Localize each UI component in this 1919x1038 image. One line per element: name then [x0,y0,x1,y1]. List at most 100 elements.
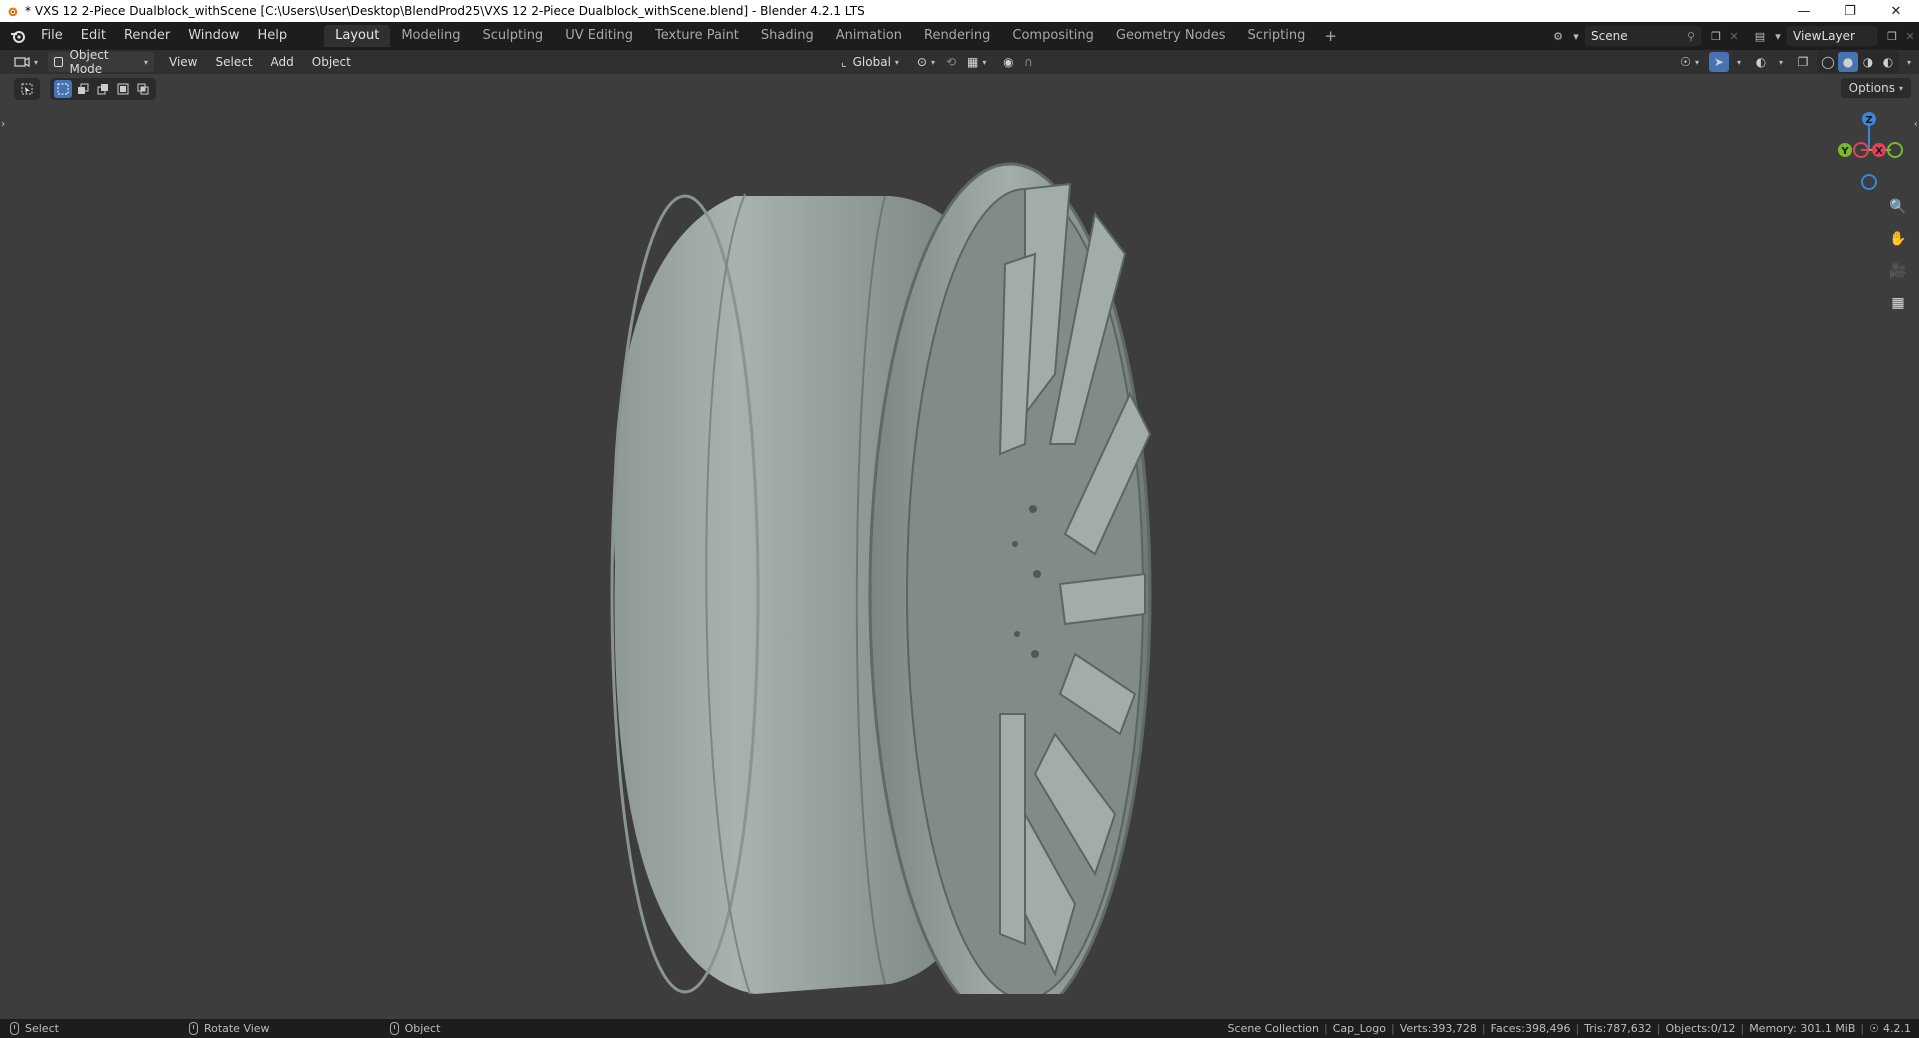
menu-view[interactable]: View [160,52,206,72]
mode-dropdown[interactable]: Object Mode ▾ [48,48,155,76]
top-bar: File Edit Render Window Help Layout Mode… [0,22,1919,50]
tab-layout[interactable]: Layout [324,25,391,47]
minimize-icon[interactable]: — [1781,0,1827,22]
restore-icon[interactable]: ❐ [1827,0,1873,22]
solid-shading-icon[interactable]: ● [1837,52,1858,72]
viewport-display-controls: ☉ ▾ ➤ ▾ ◐ ▾ ❐ ◯ ● ◑ ◐ ▾ [1674,51,1911,73]
select-new-icon[interactable] [54,80,72,98]
navigation-tools: 🔍 ✋ 🎥 ▦ [1885,194,1911,316]
eye-icon: ☉ [1680,55,1691,69]
stat-collection: Scene Collection [1227,1022,1319,1035]
perspective-grid-icon[interactable]: ▦ [1885,290,1911,316]
delete-view-layer-icon[interactable]: ✕ [1901,27,1919,45]
hint-object: Object [389,1022,440,1035]
menu-edit[interactable]: Edit [72,25,115,47]
pan-hand-icon[interactable]: ✋ [1885,226,1911,252]
tab-scripting[interactable]: Scripting [1237,25,1317,47]
tab-uv-editing[interactable]: UV Editing [554,25,644,47]
new-view-layer-icon[interactable]: ❐ [1883,27,1901,45]
menu-object[interactable]: Object [303,52,360,72]
view-layer-icon[interactable]: ▤ [1751,27,1769,45]
blender-logo-icon[interactable] [4,22,32,50]
mouse-right-icon [389,1022,399,1035]
editor-type-button[interactable]: ▾ [8,52,44,72]
pivot-point-dropdown[interactable]: ⊙ ▾ [911,52,941,72]
falloff-icon[interactable]: ∩ [1018,52,1038,72]
tab-sculpting[interactable]: Sculpting [471,25,554,47]
tab-modeling[interactable]: Modeling [390,25,471,47]
navigation-gizmo[interactable]: Z Y X [1833,110,1905,190]
tab-animation[interactable]: Animation [825,25,913,47]
x-axis-label: X [1875,146,1883,157]
tab-geometry-nodes[interactable]: Geometry Nodes [1105,25,1237,47]
zoom-icon[interactable]: 🔍 [1885,194,1911,220]
scene-field[interactable]: Scene ⚲ [1585,26,1701,46]
snap-toggle-icon[interactable]: ⟲ [941,52,961,72]
scene-selector-area: ⚙ ▾ Scene ⚲ ❐ ✕ ▤ ▾ ViewLayer ❐ ✕ [1549,22,1919,50]
chevron-down-icon[interactable]: ▾ [1737,58,1741,67]
stat-objects: Objects:0/12 [1665,1022,1736,1035]
chevron-down-icon[interactable]: ▾ [1769,27,1787,45]
chevron-down-icon[interactable]: ▾ [1907,58,1911,67]
globe-icon: ☉ [1869,1022,1879,1035]
tab-texture-paint[interactable]: Texture Paint [644,25,750,47]
tab-compositing[interactable]: Compositing [1001,25,1105,47]
menu-file[interactable]: File [32,25,72,47]
view-layer-name: ViewLayer [1793,29,1855,43]
chevron-down-icon: ▾ [1694,57,1699,67]
select-box-tool-icon[interactable] [18,80,36,98]
new-scene-icon[interactable]: ❐ [1707,27,1725,45]
chevron-down-icon: ▾ [1898,83,1903,93]
xray-toggle-icon[interactable]: ❐ [1793,52,1813,72]
material-preview-icon[interactable]: ◑ [1858,52,1878,72]
mode-label: Object Mode [69,48,109,76]
viewport-header: ▾ Object Mode ▾ View Select Add Object ⌞… [0,48,1919,76]
status-bar: Select Rotate View Object Scene Collecti… [0,1019,1919,1038]
select-invert-icon[interactable] [114,80,132,98]
rendered-shading-icon[interactable]: ◐ [1878,52,1898,72]
toolbar-expand-icon[interactable]: › [1,117,5,130]
select-intersect-icon[interactable] [134,80,152,98]
chevron-down-icon[interactable]: ▾ [1779,58,1783,67]
stat-object: Cap_Logo [1332,1022,1386,1035]
select-subtract-icon[interactable] [94,80,112,98]
neg-z-axis-handle[interactable] [1861,174,1877,190]
window-title: * VXS 12 2-Piece Dualblock_withScene [C:… [25,4,865,18]
overlays-icon[interactable]: ◐ [1751,52,1771,72]
wireframe-shading-icon[interactable]: ◯ [1818,52,1838,72]
gizmo-toggle-icon[interactable]: ➤ [1708,52,1729,72]
menu-window[interactable]: Window [179,25,248,47]
chevron-down-icon: ▾ [894,57,899,67]
orientation-label: Global [852,55,891,69]
3d-viewport[interactable]: › ‹ Options ▾ Z Y X 🔍 ✋ 🎥 ▦ [0,74,1919,1019]
menu-help[interactable]: Help [249,25,297,47]
menu-select[interactable]: Select [207,52,262,72]
tab-shading[interactable]: Shading [750,25,825,47]
menu-render[interactable]: Render [115,25,179,47]
snap-target-dropdown[interactable]: ▦ ▾ [961,52,992,72]
select-extend-icon[interactable] [74,80,92,98]
scene-type-icon[interactable]: ⚙ [1549,27,1567,45]
hint-rotate-label: Rotate View [203,1022,270,1035]
axes-icon: ⌞ [841,55,847,69]
view-layer-field[interactable]: ViewLayer [1787,26,1877,46]
transform-orientation-dropdown[interactable]: ⌞ Global ▾ [835,52,905,72]
scene-name: Scene [1591,29,1628,43]
camera-view-icon[interactable]: 🎥 [1885,258,1911,284]
pin-icon[interactable]: ⚲ [1687,30,1695,43]
sidebar-expand-icon[interactable]: ‹ [1914,117,1918,130]
visibility-dropdown[interactable]: ☉ ▾ [1674,52,1705,72]
add-workspace-button[interactable]: + [1316,27,1345,45]
wheel-3d-model[interactable] [555,114,1255,994]
stat-faces: Faces:398,496 [1490,1022,1571,1035]
options-dropdown[interactable]: Options ▾ [1840,78,1911,98]
stat-verts: Verts:393,728 [1399,1022,1477,1035]
close-icon[interactable]: ✕ [1873,0,1919,22]
delete-scene-icon[interactable]: ✕ [1725,27,1743,45]
menu-add[interactable]: Add [262,52,303,72]
workspace-tabs: Layout Modeling Sculpting UV Editing Tex… [324,25,1345,47]
proportional-edit-icon[interactable]: ◉ [998,52,1018,72]
tab-rendering[interactable]: Rendering [913,25,1001,47]
object-mode-icon [54,57,64,67]
chevron-down-icon[interactable]: ▾ [1567,27,1585,45]
